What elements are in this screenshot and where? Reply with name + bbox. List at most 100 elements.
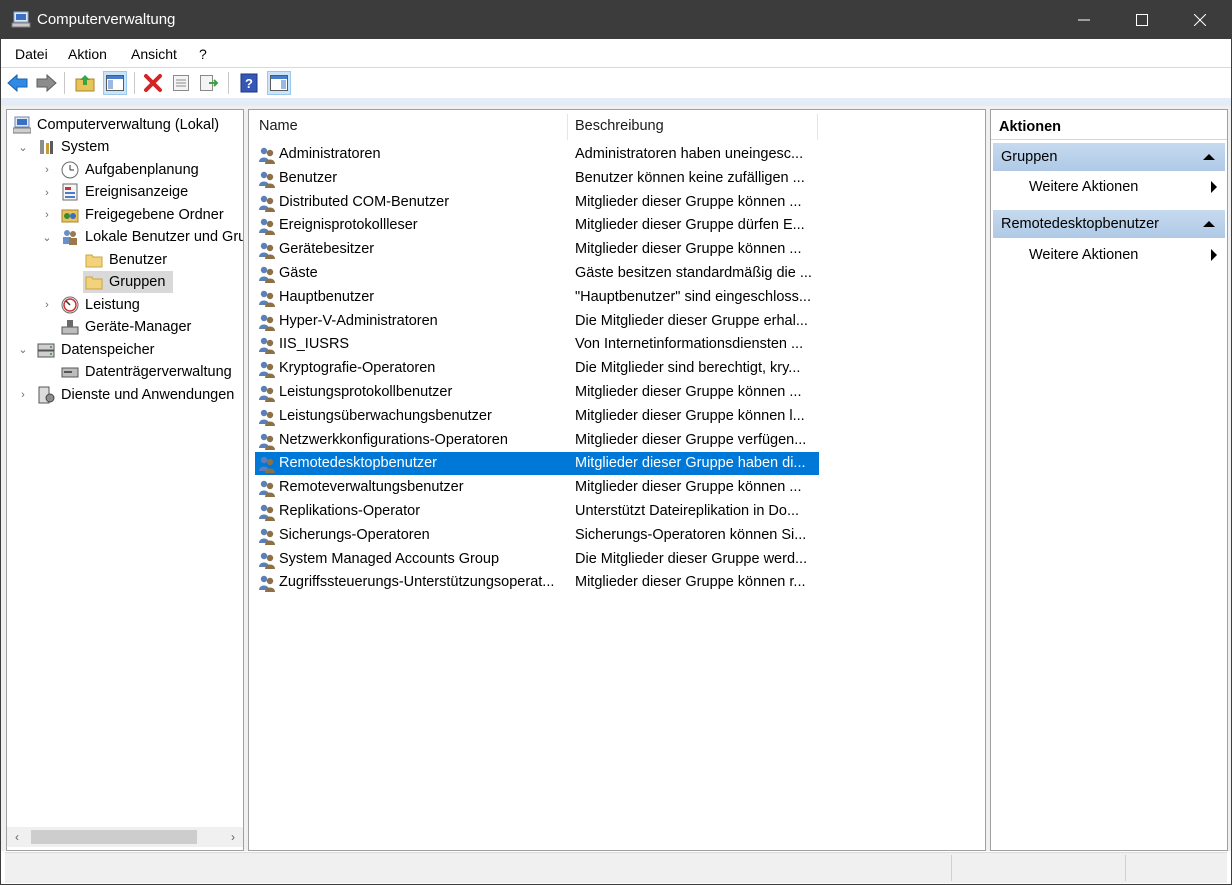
group-description: Unterstützt Dateireplikation in Do... xyxy=(575,503,800,519)
list-item[interactable]: Sicherungs-Operatoren Sicherungs-Operator… xyxy=(255,524,819,547)
chevron-right-icon[interactable]: › xyxy=(42,182,52,204)
list-item[interactable]: Kryptografie-Operatoren Die Mitglieder si… xyxy=(255,357,819,380)
tree-item-leistung[interactable]: Leistung xyxy=(61,294,241,316)
list-item[interactable]: Administratoren Administratoren haben une… xyxy=(255,143,819,166)
maximize-button[interactable] xyxy=(1113,1,1171,39)
column-separator[interactable] xyxy=(567,114,568,140)
group-name: Distributed COM-Benutzer xyxy=(279,193,450,210)
tree-item-computer-management[interactable]: Computerverwaltung (Lokal) xyxy=(13,114,243,136)
list-item[interactable]: Remoteverwaltungsbenutzer Mitglieder dies… xyxy=(255,476,819,499)
close-button[interactable] xyxy=(1171,1,1229,39)
list-item[interactable]: Distributed COM-Benutzer Mitglieder diese… xyxy=(255,191,819,214)
menu-datei[interactable]: Datei xyxy=(15,46,48,62)
computer-icon xyxy=(13,116,31,134)
group-description: Administratoren haben uneingesc... xyxy=(575,146,804,162)
column-header-beschreibung[interactable]: Beschreibung xyxy=(575,110,815,140)
chevron-down-icon[interactable]: ⌄ xyxy=(18,339,28,361)
back-button[interactable] xyxy=(6,71,30,95)
toolbar: ? xyxy=(1,68,1231,98)
tree-item-geraete-manager[interactable]: Geräte-Manager xyxy=(61,316,241,338)
tree-item-datenspeicher[interactable]: Datenspeicher xyxy=(37,339,237,361)
show-hide-action-pane-button[interactable] xyxy=(267,71,291,95)
toolbar-separator xyxy=(134,72,135,94)
list-item[interactable]: Leistungsüberwachungsbenutzer Mitglieder … xyxy=(255,405,819,428)
chevron-right-icon[interactable]: › xyxy=(42,294,52,316)
scrollbar-thumb[interactable] xyxy=(31,830,197,844)
column-header-name[interactable]: Name xyxy=(259,110,559,140)
group-name: Gäste xyxy=(279,265,318,281)
tree-item-datentraegerverwaltung[interactable]: Datenträgerverwaltung xyxy=(61,361,243,383)
menu-help[interactable]: ? xyxy=(199,46,207,62)
column-separator[interactable] xyxy=(817,114,818,140)
actions-group-remotedesktopbenutzer[interactable]: Remotedesktopbenutzer xyxy=(993,210,1225,238)
folder-icon xyxy=(85,276,103,290)
weitere-aktionen-remotedesktopbenutzer[interactable]: Weitere Aktionen xyxy=(1029,244,1219,266)
group-description: "Hauptbenutzer" sind eingeschloss... xyxy=(575,288,811,305)
scroll-left-icon[interactable]: ‹ xyxy=(7,827,27,847)
tree-item-benutzer[interactable]: Benutzer xyxy=(85,249,235,271)
tree-item-aufgabenplanung[interactable]: Aufgabenplanung xyxy=(61,159,241,181)
group-name: Hyper-V-Administratoren xyxy=(279,312,438,329)
group-icon xyxy=(257,502,277,522)
export-list-icon xyxy=(200,75,219,91)
group-icon xyxy=(257,478,277,498)
list-item[interactable]: Ereignisprotokollleser Mitglieder dieser … xyxy=(255,214,819,237)
group-name: Leistungsüberwachungsbenutzer xyxy=(279,407,492,424)
divider xyxy=(991,139,1227,140)
list-item[interactable]: Remotedesktopbenutzer Mitglieder dieser G… xyxy=(255,452,819,476)
tree-item-system[interactable]: System xyxy=(37,136,237,158)
chevron-down-icon[interactable]: ⌄ xyxy=(18,137,28,159)
group-icon xyxy=(257,335,277,355)
list-item[interactable]: Gerätebesitzer Mitglieder dieser Gruppe k… xyxy=(255,238,819,261)
chevron-right-icon[interactable]: › xyxy=(42,159,52,181)
list-item[interactable]: Hauptbenutzer "Hauptbenutzer" sind einges… xyxy=(255,286,819,309)
tree-item-gruppen[interactable]: Gruppen xyxy=(85,271,175,293)
group-description: Gäste besitzen standardmäßig die ... xyxy=(575,265,812,281)
chevron-right-icon[interactable]: › xyxy=(18,384,28,406)
list-item[interactable]: Leistungsprotokollbenutzer Mitglieder die… xyxy=(255,381,819,404)
show-hide-tree-button[interactable] xyxy=(103,71,127,95)
actions-pane: Aktionen Gruppen Weitere Aktionen Remote… xyxy=(990,109,1228,851)
export-list-button[interactable] xyxy=(197,71,221,95)
group-icon xyxy=(257,240,277,260)
users-groups-icon xyxy=(63,230,77,245)
list-item[interactable]: System Managed Accounts Group Die Mitglie… xyxy=(255,548,819,571)
delete-button[interactable] xyxy=(141,71,165,95)
tree-item-lokale-benutzer-und-gruppen[interactable]: Lokale Benutzer und Gruppen xyxy=(61,226,243,248)
list-item[interactable]: Netzwerkkonfigurations-Operatoren Mitglie… xyxy=(255,429,819,452)
list-item[interactable]: Hyper-V-Administratoren Die Mitglieder di… xyxy=(255,310,819,333)
group-name: Gerätebesitzer xyxy=(279,241,375,258)
navigation-tree-pane: Computerverwaltung (Lokal) ⌄ System › Au… xyxy=(6,109,244,851)
up-folder-button[interactable] xyxy=(73,71,97,95)
up-folder-icon xyxy=(75,75,95,92)
list-item[interactable]: Zugriffssteuerungs-Unterstützungsoperat.… xyxy=(255,571,819,594)
collapse-icon[interactable] xyxy=(1203,154,1215,160)
tree-horizontal-scrollbar[interactable]: ‹ › xyxy=(7,827,243,847)
tree-item-dienste-und-anwendungen[interactable]: Dienste und Anwendungen xyxy=(37,384,243,406)
list-item[interactable]: Replikations-Operator Unterstützt Dateire… xyxy=(255,500,819,523)
group-name: Netzwerkkonfigurations-Operatoren xyxy=(279,431,508,448)
menu-bar: Datei Aktion Ansicht ? xyxy=(1,39,1231,68)
help-button[interactable]: ? xyxy=(237,71,261,95)
group-name: Remoteverwaltungsbenutzer xyxy=(279,479,464,496)
menu-ansicht[interactable]: Ansicht xyxy=(131,46,177,62)
chevron-down-icon[interactable]: ⌄ xyxy=(42,227,52,249)
tree-item-freigegebene-ordner[interactable]: Freigegebene Ordner xyxy=(61,204,241,226)
scroll-right-icon[interactable]: › xyxy=(223,827,243,847)
collapse-icon[interactable] xyxy=(1203,221,1215,227)
minimize-button[interactable] xyxy=(1055,1,1113,39)
properties-button[interactable] xyxy=(169,71,193,95)
tree-item-ereignisanzeige[interactable]: Ereignisanzeige xyxy=(61,181,241,203)
show-hide-tree-icon xyxy=(106,75,124,91)
list-item[interactable]: Gäste Gäste besitzen standardmäßig die ..… xyxy=(255,262,819,285)
actions-group-gruppen[interactable]: Gruppen xyxy=(993,143,1225,171)
chevron-right-icon[interactable]: › xyxy=(42,204,52,226)
list-item[interactable]: IIS_IUSRS Von Internetinformationsdienste… xyxy=(255,333,819,356)
device-manager-icon xyxy=(61,320,79,335)
list-item[interactable]: Benutzer Benutzer können keine zufälligen… xyxy=(255,167,819,190)
weitere-aktionen-gruppen[interactable]: Weitere Aktionen xyxy=(1029,176,1219,198)
group-description: Sicherungs-Operatoren können Si... xyxy=(575,526,807,543)
menu-aktion[interactable]: Aktion xyxy=(68,46,107,62)
forward-button[interactable] xyxy=(34,71,58,95)
performance-icon xyxy=(61,296,79,314)
